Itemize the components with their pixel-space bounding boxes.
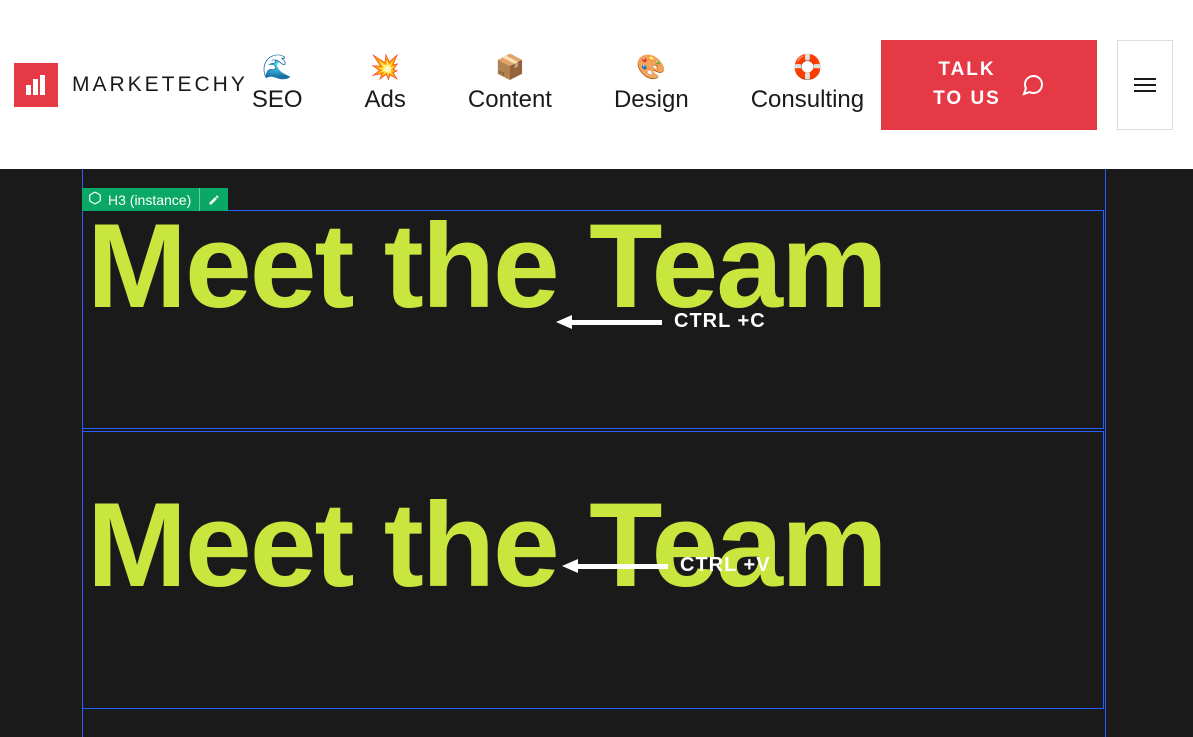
heading-text[interactable]: Meet the Team [87, 211, 1099, 321]
instance-badge-label: H3 (instance) [108, 192, 191, 208]
talk-to-us-button[interactable]: TALK TO US [881, 40, 1097, 130]
package-icon: 📦 [495, 56, 525, 80]
cta-line2: TO US [933, 85, 1001, 114]
logo-icon [24, 73, 48, 97]
menu-button[interactable] [1117, 40, 1173, 130]
ring-buoy-icon: 🛟 [792, 56, 822, 80]
instance-badge[interactable]: H3 (instance) [82, 188, 228, 211]
nav-item-consulting[interactable]: 🛟 Consulting [751, 56, 864, 114]
chat-icon [1021, 73, 1045, 97]
component-icon [88, 191, 102, 208]
arrow-left-icon [556, 316, 662, 328]
annotation-paste-text: CTRL +V [680, 554, 771, 577]
annotation-paste: CTRL +V [562, 554, 771, 577]
cta-text: TALK TO US [933, 56, 1001, 113]
cta-line1: TALK [933, 56, 1001, 85]
palette-icon: 🎨 [636, 56, 666, 80]
nav-label: Content [468, 86, 552, 114]
annotation-copy-text: CTRL +C [674, 310, 766, 333]
instance-badge-main[interactable]: H3 (instance) [82, 188, 199, 211]
main-nav: 🌊 SEO 💥 Ads 📦 Content 🎨 Design 🛟 Consult… [252, 56, 864, 114]
nav-label: Ads [365, 86, 406, 114]
nav-item-design[interactable]: 🎨 Design [614, 56, 689, 114]
nav-item-content[interactable]: 📦 Content [468, 56, 552, 114]
nav-item-ads[interactable]: 💥 Ads [365, 56, 406, 114]
hamburger-icon [1134, 78, 1156, 92]
logo-area: MARKETECHY [0, 63, 248, 107]
brand-name[interactable]: MARKETECHY [72, 73, 248, 97]
nav-label: Consulting [751, 86, 864, 114]
site-header: MARKETECHY 🌊 SEO 💥 Ads 📦 Content 🎨 Desig… [0, 0, 1193, 169]
logo-mark[interactable] [14, 63, 58, 107]
nav-label: Design [614, 86, 689, 114]
collision-icon: 💥 [370, 56, 400, 80]
wave-icon: 🌊 [262, 56, 292, 80]
arrow-left-icon [562, 560, 668, 572]
annotation-copy: CTRL +C [556, 310, 766, 333]
nav-item-seo[interactable]: 🌊 SEO [252, 56, 303, 114]
pencil-icon [208, 194, 220, 206]
nav-label: SEO [252, 86, 303, 114]
heading-text[interactable]: Meet the Team [87, 490, 1099, 600]
edit-instance-button[interactable] [199, 188, 228, 211]
